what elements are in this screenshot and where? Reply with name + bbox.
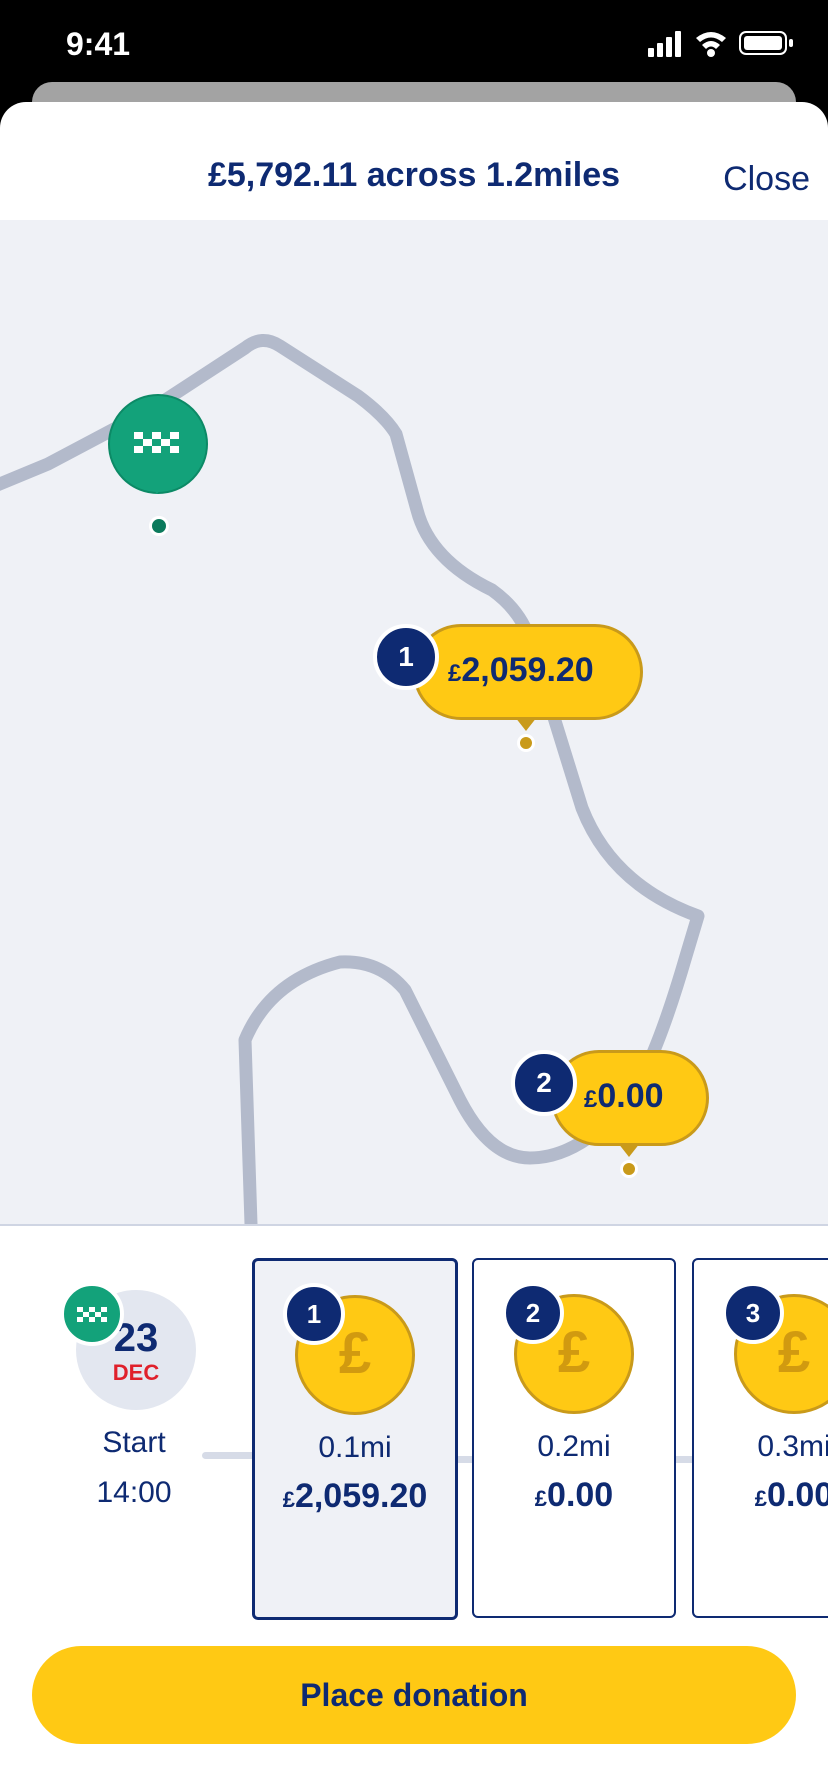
map-bubble-tail-1 — [515, 717, 537, 731]
step-number-3: 3 — [722, 1282, 784, 1344]
currency-symbol: £ — [584, 1086, 598, 1113]
checkered-flag-icon — [134, 432, 179, 453]
status-icons — [648, 28, 798, 65]
map-marker-number-2: 2 — [511, 1050, 577, 1116]
start-map-marker[interactable] — [108, 394, 208, 494]
step-amount: £0.00 — [694, 1476, 828, 1515]
donation-step-card-3[interactable]: £ 3 0.3mi £0.00 — [692, 1258, 828, 1618]
donation-step-card-2[interactable]: £ 2 0.2mi £0.00 — [472, 1258, 676, 1618]
step-amount-value: 0.00 — [547, 1476, 614, 1514]
start-month: DEC — [112, 1360, 160, 1385]
donation-timeline[interactable]: 2 3 DEC Start 14:00 £ 1 0.1mi £2,059.20 £… — [0, 1226, 828, 1646]
map-marker-dot-1 — [517, 734, 535, 752]
close-button[interactable]: Close — [723, 160, 810, 199]
step-amount: £2,059.20 — [255, 1477, 455, 1516]
sheet-header: £5,792.11 across 1.2miles Close — [0, 102, 828, 220]
start-label: Start — [102, 1426, 166, 1459]
bubble-amount: 2,059.20 — [461, 651, 594, 689]
map-marker-dot-2 — [620, 1160, 638, 1178]
step-amount-value: 0.00 — [767, 1476, 828, 1514]
status-bar: 9:41 — [0, 0, 828, 90]
step-number-1: 1 — [283, 1283, 345, 1345]
start-flag-badge — [60, 1282, 124, 1346]
route-map[interactable]: £2,059.20 1 £0.00 2 — [0, 220, 828, 1224]
cellular-signal-icon — [648, 31, 681, 57]
route-line — [0, 334, 705, 1224]
route-sheet: £5,792.11 across 1.2miles Close £2,059.2… — [0, 102, 828, 1792]
step-amount-value: 2,059.20 — [294, 1477, 428, 1515]
map-bubble-tail-2 — [618, 1143, 640, 1157]
wifi-icon — [696, 32, 726, 57]
start-location-dot — [149, 516, 169, 536]
step-number-2: 2 — [502, 1282, 564, 1344]
map-donation-bubble-1[interactable]: £2,059.20 — [413, 624, 643, 720]
start-map-marker-tail — [146, 480, 168, 494]
map-donation-bubble-2[interactable]: £0.00 — [551, 1050, 709, 1146]
place-donation-button[interactable]: Place donation — [32, 1646, 796, 1744]
page-title: £5,792.11 across 1.2miles — [207, 156, 621, 194]
currency-symbol: £ — [282, 1487, 295, 1512]
bubble-amount: 0.00 — [597, 1077, 664, 1115]
donation-step-card-1[interactable]: £ 1 0.1mi £2,059.20 — [252, 1258, 458, 1620]
start-time: 14:00 — [96, 1476, 172, 1509]
checkered-flag-icon — [77, 1307, 107, 1322]
status-time: 9:41 — [66, 26, 131, 62]
step-distance: 0.1mi — [318, 1431, 392, 1464]
currency-symbol: £ — [754, 1486, 768, 1511]
battery-icon — [739, 31, 793, 55]
step-distance: 0.3mi — [757, 1430, 828, 1463]
currency-symbol: £ — [534, 1486, 548, 1511]
currency-symbol: £ — [448, 660, 462, 687]
step-distance: 0.2mi — [537, 1430, 611, 1463]
step-amount: £0.00 — [474, 1476, 674, 1515]
map-marker-number-1: 1 — [373, 624, 439, 690]
